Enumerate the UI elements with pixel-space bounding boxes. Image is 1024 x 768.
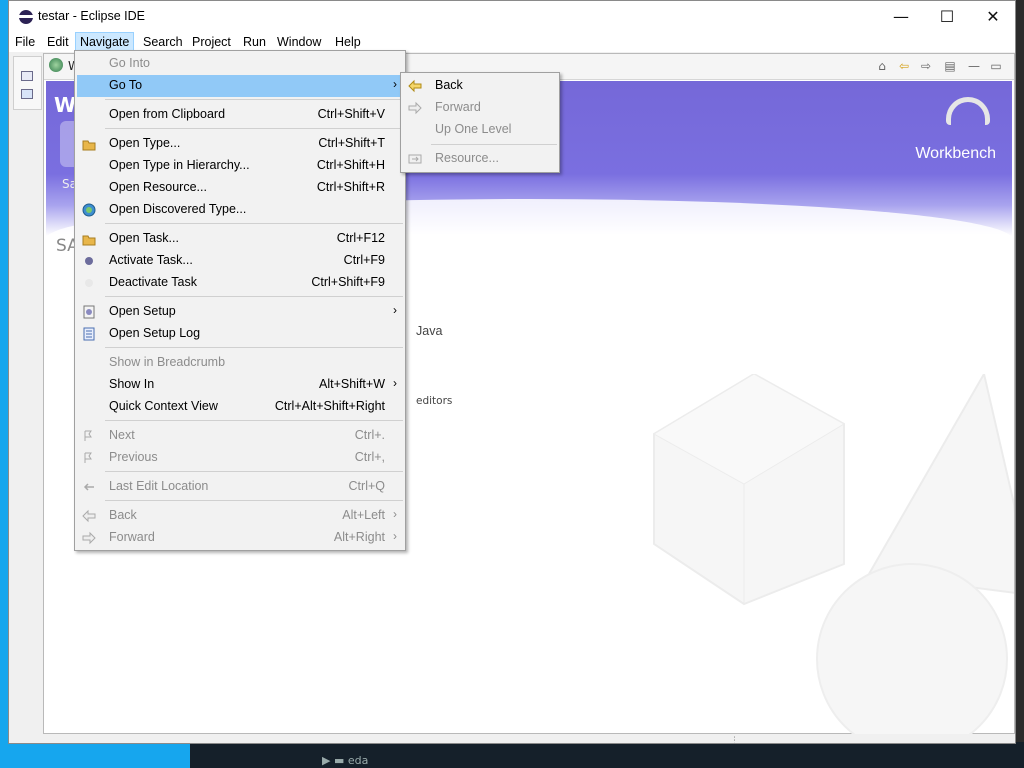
menu-separator bbox=[431, 144, 557, 145]
previous-icon bbox=[82, 451, 96, 465]
next-icon bbox=[82, 429, 96, 443]
menu-navigate[interactable]: Navigate bbox=[75, 32, 135, 52]
desktop-strip bbox=[0, 742, 190, 768]
back-arrow-icon bbox=[82, 509, 96, 523]
menu-project[interactable]: Project bbox=[188, 32, 235, 52]
submenu-item-back[interactable]: Back bbox=[403, 75, 557, 97]
desktop-edge-right bbox=[1015, 0, 1024, 768]
menu-separator bbox=[105, 99, 403, 100]
menu-item-forward[interactable]: Forward Alt+Right › bbox=[77, 527, 403, 549]
maximize-view-icon[interactable]: ▭ bbox=[988, 58, 1004, 74]
submenu-item-resource[interactable]: Resource... bbox=[403, 148, 557, 170]
menu-window[interactable]: Window bbox=[273, 32, 325, 52]
restore-icon[interactable] bbox=[21, 71, 33, 81]
chevron-right-icon: › bbox=[393, 376, 397, 390]
menu-item-show-in[interactable]: Show In Alt+Shift+W › bbox=[77, 374, 403, 396]
layout-icon[interactable]: ▤ bbox=[942, 58, 958, 74]
menu-item-open-from-clipboard[interactable]: Open from Clipboard Ctrl+Shift+V bbox=[77, 104, 403, 126]
submenu-item-up-one-level[interactable]: Up One Level bbox=[403, 119, 557, 141]
deactivate-task-icon bbox=[82, 276, 96, 290]
menu-file[interactable]: File bbox=[11, 32, 39, 52]
menu-item-last-edit-location[interactable]: Last Edit Location Ctrl+Q bbox=[77, 476, 403, 498]
welcome-icon bbox=[49, 58, 63, 72]
menu-bar: File Edit Navigate Search Project Run Wi… bbox=[9, 32, 1015, 52]
open-task-icon bbox=[82, 232, 96, 246]
chevron-right-icon: › bbox=[393, 507, 397, 521]
window-title: testar - Eclipse IDE bbox=[38, 9, 145, 23]
resize-grip[interactable]: ⋮ bbox=[730, 737, 739, 746]
activate-task-icon bbox=[82, 254, 96, 268]
menu-help[interactable]: Help bbox=[331, 32, 365, 52]
resource-icon bbox=[408, 152, 422, 166]
menu-edit[interactable]: Edit bbox=[43, 32, 73, 52]
menu-item-show-in-breadcrumb[interactable]: Show in Breadcrumb bbox=[77, 352, 403, 374]
decorative-shapes bbox=[653, 374, 1014, 734]
discovered-type-icon bbox=[82, 203, 96, 217]
forward-arrow-icon bbox=[82, 531, 96, 545]
menu-item-open-type-hierarchy[interactable]: Open Type in Hierarchy... Ctrl+Shift+H bbox=[77, 155, 403, 177]
menu-item-next[interactable]: Next Ctrl+. bbox=[77, 425, 403, 447]
menu-item-quick-context-view[interactable]: Quick Context View Ctrl+Alt+Shift+Right bbox=[77, 396, 403, 418]
last-edit-icon bbox=[82, 480, 96, 494]
menu-item-open-discovered-type[interactable]: Open Discovered Type... bbox=[77, 199, 403, 221]
taskbar: ▶ ▬ eda bbox=[0, 742, 1024, 768]
workbench-label[interactable]: Workbench bbox=[915, 145, 996, 163]
eclipse-logo-icon bbox=[19, 10, 33, 24]
menu-item-go-to[interactable]: Go To › bbox=[77, 75, 403, 97]
minimize-button[interactable]: — bbox=[878, 1, 924, 32]
menu-separator bbox=[105, 223, 403, 224]
menu-separator bbox=[105, 296, 403, 297]
goto-submenu: Back Forward Up One Level Resource... bbox=[400, 72, 560, 173]
menu-separator bbox=[105, 471, 403, 472]
menu-search[interactable]: Search bbox=[139, 32, 187, 52]
chevron-right-icon: › bbox=[393, 529, 397, 543]
submenu-item-forward[interactable]: Forward bbox=[403, 97, 557, 119]
menu-item-back[interactable]: Back Alt+Left › bbox=[77, 505, 403, 527]
menu-item-activate-task[interactable]: Activate Task... Ctrl+F9 bbox=[77, 250, 403, 272]
chevron-right-icon: › bbox=[393, 303, 397, 317]
close-button[interactable]: ✕ bbox=[970, 1, 1016, 32]
menu-item-go-into[interactable]: Go Into bbox=[77, 53, 403, 75]
menu-item-open-resource[interactable]: Open Resource... Ctrl+Shift+R bbox=[77, 177, 403, 199]
menu-run[interactable]: Run bbox=[239, 32, 270, 52]
menu-separator bbox=[105, 347, 403, 348]
menu-separator bbox=[105, 420, 403, 421]
menu-separator bbox=[105, 500, 403, 501]
editors-link[interactable]: editors bbox=[416, 395, 452, 407]
minimize-view-icon[interactable]: — bbox=[966, 58, 982, 74]
back-icon[interactable]: ⇦ bbox=[896, 58, 912, 74]
menu-item-open-setup-log[interactable]: Open Setup Log bbox=[77, 323, 403, 345]
menu-item-open-task[interactable]: Open Task... Ctrl+F12 bbox=[77, 228, 403, 250]
taskbar-item[interactable]: ▶ ▬ eda bbox=[322, 754, 368, 767]
navigate-dropdown: Go Into Go To › Open from Clipboard Ctrl… bbox=[74, 50, 406, 551]
forward-icon[interactable]: ⇨ bbox=[918, 58, 934, 74]
title-bar: testar - Eclipse IDE — ☐ ✕ bbox=[9, 1, 1015, 32]
banner-title: W bbox=[54, 93, 77, 117]
menu-item-open-setup[interactable]: Open Setup › bbox=[77, 301, 403, 323]
setup-icon bbox=[82, 305, 96, 319]
chevron-right-icon: › bbox=[393, 77, 397, 91]
left-trim-toolbar bbox=[13, 56, 42, 110]
package-explorer-icon[interactable] bbox=[21, 89, 33, 99]
menu-item-deactivate-task[interactable]: Deactivate Task Ctrl+Shift+F9 bbox=[77, 272, 403, 294]
status-bar bbox=[9, 734, 1015, 743]
home-icon[interactable]: ⌂ bbox=[874, 58, 890, 74]
forward-arrow-icon bbox=[408, 101, 422, 115]
menu-separator bbox=[105, 128, 403, 129]
setup-log-icon bbox=[82, 327, 96, 341]
menu-item-previous[interactable]: Previous Ctrl+, bbox=[77, 447, 403, 469]
java-link[interactable]: Java bbox=[416, 324, 442, 338]
menu-item-open-type[interactable]: Open Type... Ctrl+Shift+T bbox=[77, 133, 403, 155]
open-type-icon bbox=[82, 137, 96, 151]
workbench-icon[interactable] bbox=[946, 97, 990, 125]
back-arrow-icon bbox=[408, 79, 422, 93]
maximize-button[interactable]: ☐ bbox=[924, 1, 970, 32]
